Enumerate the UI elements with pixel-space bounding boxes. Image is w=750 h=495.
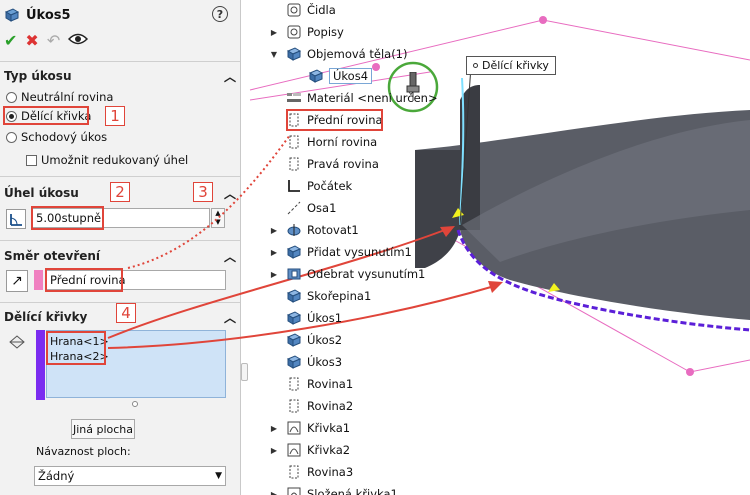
sensor-icon bbox=[286, 2, 302, 18]
tree-item[interactable]: Úkos1 bbox=[286, 308, 342, 328]
tree-item-label: Objemová těla(1) bbox=[307, 47, 408, 61]
tree-item-label: Přidat vysunutím1 bbox=[307, 245, 412, 259]
tree-item-label: Rovina3 bbox=[307, 465, 354, 479]
tree-item-label: Pravá rovina bbox=[307, 157, 379, 171]
extrude-icon bbox=[286, 244, 302, 260]
tree-item-label: Počátek bbox=[307, 179, 353, 193]
tree-item-label: Osa1 bbox=[307, 201, 337, 215]
cut-extrude-icon bbox=[286, 266, 302, 282]
body-icon bbox=[308, 68, 324, 84]
tree-item-label: Skořepina1 bbox=[307, 289, 372, 303]
tree-item[interactable]: Úkos3 bbox=[286, 352, 342, 372]
tree-item[interactable]: Úkos4 bbox=[308, 66, 373, 86]
tree-item-label: Rovina1 bbox=[307, 377, 354, 391]
tree-item-label: Úkos4 bbox=[329, 68, 373, 84]
tree-item-label: Odebrat vysunutím1 bbox=[307, 267, 426, 281]
expand-arrow-icon[interactable]: ▶ bbox=[270, 248, 278, 257]
expand-arrow-icon[interactable]: ▶ bbox=[270, 424, 278, 433]
plane-icon bbox=[286, 376, 302, 392]
tree-item[interactable]: ▶ Popisy bbox=[271, 22, 344, 42]
curve-icon bbox=[286, 420, 302, 436]
axis-icon bbox=[286, 200, 302, 216]
tree-item[interactable]: ▼ Objemová těla(1) bbox=[271, 44, 408, 64]
tree-item-label: Křivka1 bbox=[307, 421, 351, 435]
tree-item-label: Horní rovina bbox=[307, 135, 378, 149]
tree-item[interactable]: Skořepina1 bbox=[286, 286, 371, 306]
tree-item[interactable]: Rovina2 bbox=[286, 396, 353, 416]
plane-icon bbox=[286, 398, 302, 414]
tree-item[interactable]: Čidla bbox=[286, 0, 336, 20]
tree-item-label: Úkos2 bbox=[307, 333, 343, 347]
tree-item[interactable]: ▶ Křivka2 bbox=[271, 440, 351, 460]
tree-item-label: Složená křivka1 bbox=[307, 487, 398, 495]
draft-icon bbox=[286, 332, 302, 348]
annotations-icon bbox=[286, 24, 302, 40]
annotation-box bbox=[286, 109, 383, 131]
plane-icon bbox=[286, 464, 302, 480]
tree-item[interactable]: Materiál <neni určen> bbox=[286, 88, 438, 108]
tree-item[interactable]: Počátek bbox=[286, 176, 352, 196]
tree-item[interactable]: Úkos2 bbox=[286, 330, 342, 350]
tree-item-label: Křivka2 bbox=[307, 443, 351, 457]
revolve-icon bbox=[286, 222, 302, 238]
composite-curve-icon bbox=[286, 486, 302, 495]
expand-arrow-icon[interactable]: ▶ bbox=[270, 270, 278, 279]
material-icon bbox=[286, 90, 302, 106]
draft-icon bbox=[286, 310, 302, 326]
collapse-arrow-icon[interactable]: ▼ bbox=[270, 50, 278, 59]
tree-item-label: Popisy bbox=[307, 25, 344, 39]
plane-icon bbox=[286, 134, 302, 150]
tree-item[interactable]: Osa1 bbox=[286, 198, 336, 218]
expand-arrow-icon[interactable]: ▶ bbox=[270, 226, 278, 235]
tree-item[interactable]: Horní rovina bbox=[286, 132, 377, 152]
tree-item-label: Čidla bbox=[307, 3, 336, 17]
plane-icon bbox=[286, 156, 302, 172]
tree-item-label: Rotovat1 bbox=[307, 223, 359, 237]
tree-item[interactable]: ▶ Odebrat vysunutím1 bbox=[271, 264, 426, 284]
tree-item[interactable]: ▶ Křivka1 bbox=[271, 418, 351, 438]
plane-handle[interactable] bbox=[686, 368, 694, 376]
feature-tree: Čidla ▶ Popisy ▼ Objemová těla(1) Úkos4 Materi… bbox=[262, 0, 502, 495]
tree-item[interactable]: Rovina3 bbox=[286, 462, 353, 482]
tree-item-label: Materiál <neni určen> bbox=[307, 91, 438, 105]
tree-item[interactable]: ▶ Rotovat1 bbox=[271, 220, 359, 240]
draft-icon bbox=[286, 354, 302, 370]
tree-item[interactable]: ▶ Přidat vysunutím1 bbox=[271, 242, 412, 262]
tree-item[interactable]: Pravá rovina bbox=[286, 154, 379, 174]
expand-arrow-icon[interactable]: ▶ bbox=[270, 490, 278, 495]
tree-item[interactable]: Rovina1 bbox=[286, 374, 353, 394]
solid-bodies-icon bbox=[286, 46, 302, 62]
plane-handle[interactable] bbox=[539, 16, 547, 24]
curve-icon bbox=[286, 442, 302, 458]
expand-arrow-icon[interactable]: ▶ bbox=[270, 446, 278, 455]
tree-item-label: Úkos1 bbox=[307, 311, 343, 325]
tree-item-label: Úkos3 bbox=[307, 355, 343, 369]
origin-icon bbox=[286, 178, 302, 194]
tree-item[interactable]: ▶ Složená křivka1 bbox=[271, 484, 398, 495]
tree-item-label: Rovina2 bbox=[307, 399, 354, 413]
expand-arrow-icon[interactable]: ▶ bbox=[270, 28, 278, 37]
shell-icon bbox=[286, 288, 302, 304]
